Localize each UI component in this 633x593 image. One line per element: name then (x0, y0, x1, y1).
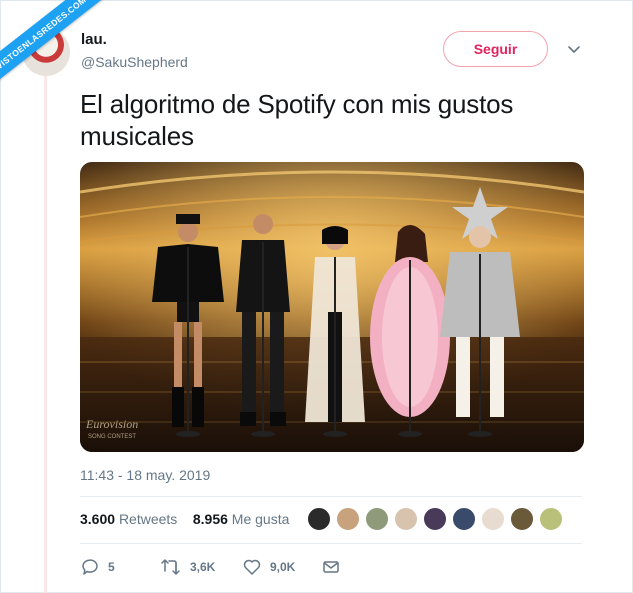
divider (80, 543, 582, 544)
tweet-timestamp[interactable]: 11:43 - 18 may. 2019 (80, 467, 210, 483)
like-icon (243, 559, 261, 575)
thread-stripe (44, 60, 47, 593)
reply-button[interactable]: 5 (80, 557, 115, 577)
liker-avatar[interactable] (364, 506, 390, 532)
engagement-stats: 3.600 Retweets 8.956 Me gusta (80, 511, 289, 527)
retweets-count: 3.600 (80, 511, 116, 527)
dm-button[interactable] (321, 557, 341, 577)
retweets-stat[interactable]: 3.600 Retweets (80, 511, 177, 527)
svg-text:SONG CONTEST: SONG CONTEST (88, 434, 136, 440)
retweet-icon (161, 559, 180, 575)
liker-avatar[interactable] (480, 506, 506, 532)
like-button[interactable]: 9,0K (242, 557, 295, 577)
likes-count: 8.956 (192, 511, 228, 527)
tweet-text: El algoritmo de Spotify con mis gustos m… (80, 89, 514, 151)
liker-avatar[interactable] (335, 506, 361, 532)
display-name[interactable]: lau. (81, 31, 107, 48)
liker-avatar[interactable] (509, 506, 535, 532)
liker-avatar[interactable] (451, 506, 477, 532)
retweets-label: Retweets (118, 511, 178, 527)
eurovision-logo: Eurovision SONG CONTEST (85, 417, 138, 440)
retweet-button[interactable]: 3,6K (160, 557, 215, 577)
chevron-down-icon[interactable] (565, 40, 583, 58)
liker-avatar[interactable] (393, 506, 419, 532)
user-handle[interactable]: @SakuShepherd (81, 54, 188, 70)
reply-icon (82, 559, 98, 575)
likes-label: Me gusta (231, 511, 290, 527)
tweet-media-image[interactable]: Eurovision SONG CONTEST (80, 162, 584, 452)
liker-avatar[interactable] (422, 506, 448, 532)
divider (80, 496, 582, 497)
dm-icon (323, 561, 339, 573)
reply-count: 5 (108, 560, 115, 574)
like-count: 9,0K (270, 560, 296, 574)
svg-text:Eurovision: Eurovision (85, 417, 138, 431)
liker-avatar[interactable] (306, 506, 332, 532)
stage-photo: Eurovision SONG CONTEST (80, 162, 584, 452)
likes-stat[interactable]: 8.956 Me gusta (193, 511, 290, 527)
liker-avatar[interactable] (538, 506, 564, 532)
follow-button[interactable]: Seguir (443, 31, 548, 67)
retweet-count: 3,6K (190, 560, 216, 574)
